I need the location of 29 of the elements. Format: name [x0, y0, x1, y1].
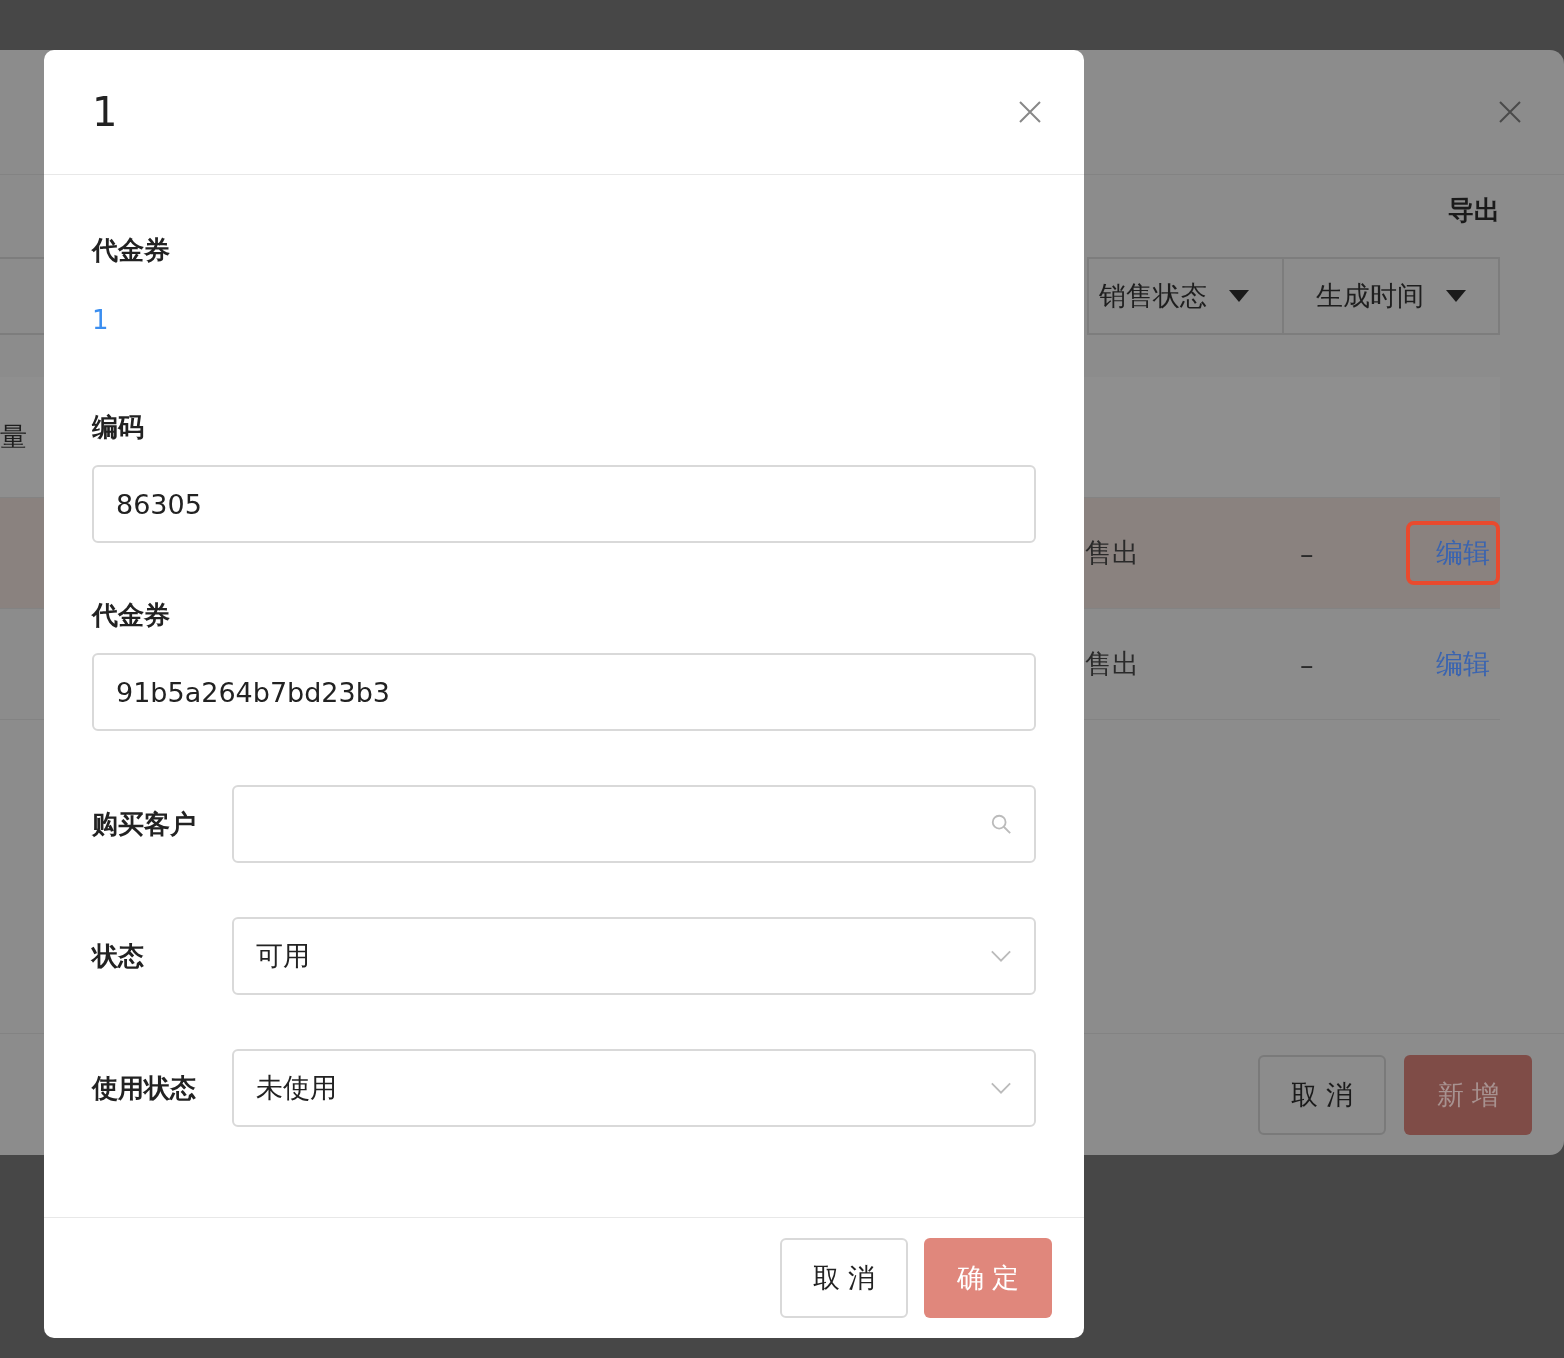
table-cell-text: 售出 — [1085, 536, 1140, 570]
confirm-button[interactable]: 确 定 — [924, 1238, 1052, 1318]
dialog-title: 1 — [92, 89, 118, 135]
close-icon[interactable] — [1498, 100, 1522, 124]
field-label: 代金券 — [92, 234, 171, 267]
column-header: 量 — [0, 420, 27, 454]
filter-dropdown[interactable]: 生成时间 — [1282, 257, 1500, 335]
triangle-icon — [1229, 290, 1249, 302]
cancel-button[interactable]: 取 消 — [1258, 1054, 1386, 1135]
select-field[interactable]: 未使用 — [232, 1049, 1036, 1127]
filter-dropdown[interactable]: 销售状态 — [1087, 257, 1282, 335]
cancel-button[interactable]: 取 消 — [780, 1238, 908, 1318]
table-cell-text: 售出 — [1085, 647, 1140, 681]
triangle-icon — [1446, 290, 1466, 302]
close-icon[interactable] — [1018, 100, 1042, 124]
field-label: 购买客户 — [92, 808, 197, 841]
input-field[interactable]: 86305 — [92, 465, 1036, 543]
field-label: 使用状态 — [92, 1072, 197, 1105]
select-field[interactable]: 可用 — [232, 917, 1036, 995]
field-label: 状态 — [92, 940, 145, 973]
voucher-link[interactable]: 1 — [92, 302, 109, 338]
table-cell-text: – — [1300, 648, 1315, 680]
field-label: 代金券 — [92, 599, 171, 632]
field-label: 编码 — [92, 411, 145, 444]
search-field[interactable] — [232, 785, 1036, 863]
export-link[interactable]: 导出 — [1448, 193, 1500, 257]
table-cell-text: – — [1300, 537, 1315, 569]
input-field[interactable]: 91b5a264b7bd23b3 — [92, 653, 1036, 731]
search-icon — [990, 813, 1012, 835]
